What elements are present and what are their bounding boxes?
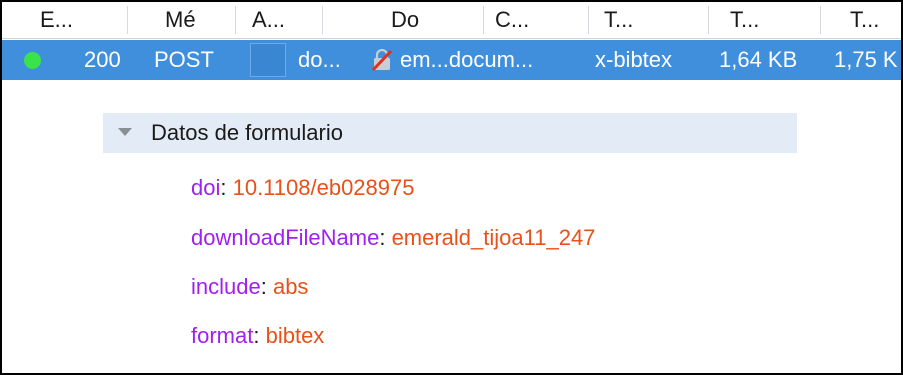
request-transferred: 1,64 KB [719, 47, 798, 72]
insecure-connection-icon [371, 49, 393, 71]
column-divider[interactable] [588, 6, 589, 34]
form-param-row: doi: 10.1108/eb028975 [191, 175, 415, 200]
expand-triangle-icon[interactable] [118, 128, 132, 136]
column-header-status[interactable]: E... [40, 2, 73, 38]
column-divider[interactable] [127, 6, 128, 34]
column-divider[interactable] [820, 6, 821, 34]
param-key: include [191, 274, 261, 299]
request-domain: em...docum... [400, 47, 534, 72]
param-value: emerald_tijoa11_247 [391, 225, 596, 250]
param-value: bibtex [265, 323, 325, 348]
form-param-row: format: bibtex [191, 323, 325, 348]
request-method: POST [154, 47, 214, 72]
column-header-transferred[interactable]: T... [730, 2, 759, 38]
network-monitor-panel: E... Mé A... Do C... T... T... T... 200 … [0, 0, 903, 375]
request-status-code: 200 [84, 47, 121, 72]
param-key: doi [191, 175, 221, 200]
status-indicator-icon [24, 52, 41, 69]
column-header-method[interactable]: Mé [165, 2, 196, 38]
column-header-file[interactable]: A... [252, 2, 285, 38]
column-header-cause[interactable]: C... [495, 2, 529, 38]
column-header-size[interactable]: T... [850, 2, 879, 38]
param-key: downloadFileName [191, 225, 380, 250]
form-param-row: include: abs [191, 274, 309, 299]
column-header-type[interactable]: T... [604, 2, 633, 38]
param-value: abs [272, 274, 309, 299]
column-divider[interactable] [322, 6, 323, 34]
column-divider[interactable] [235, 6, 236, 34]
column-header-domain[interactable]: Do [391, 2, 419, 38]
form-data-section-header[interactable]: Datos de formulario [103, 113, 797, 153]
column-divider[interactable] [483, 6, 484, 34]
column-divider[interactable] [708, 6, 709, 34]
form-param-row: downloadFileName: emerald_tijoa11_247 [191, 225, 596, 250]
request-type: x-bibtex [595, 47, 673, 72]
request-size: 1,75 K [834, 47, 898, 72]
column-header-row: E... Mé A... Do C... T... T... T... [2, 2, 901, 39]
request-row-selected[interactable]: 200 POST do... em...docum... x-bibtex 1,… [2, 40, 901, 80]
param-value: 10.1108/eb028975 [232, 175, 415, 200]
request-file: do... [298, 47, 341, 72]
param-key: format [191, 323, 254, 348]
file-thumbnail-icon [250, 43, 286, 77]
form-data-title: Datos de formulario [151, 120, 343, 145]
